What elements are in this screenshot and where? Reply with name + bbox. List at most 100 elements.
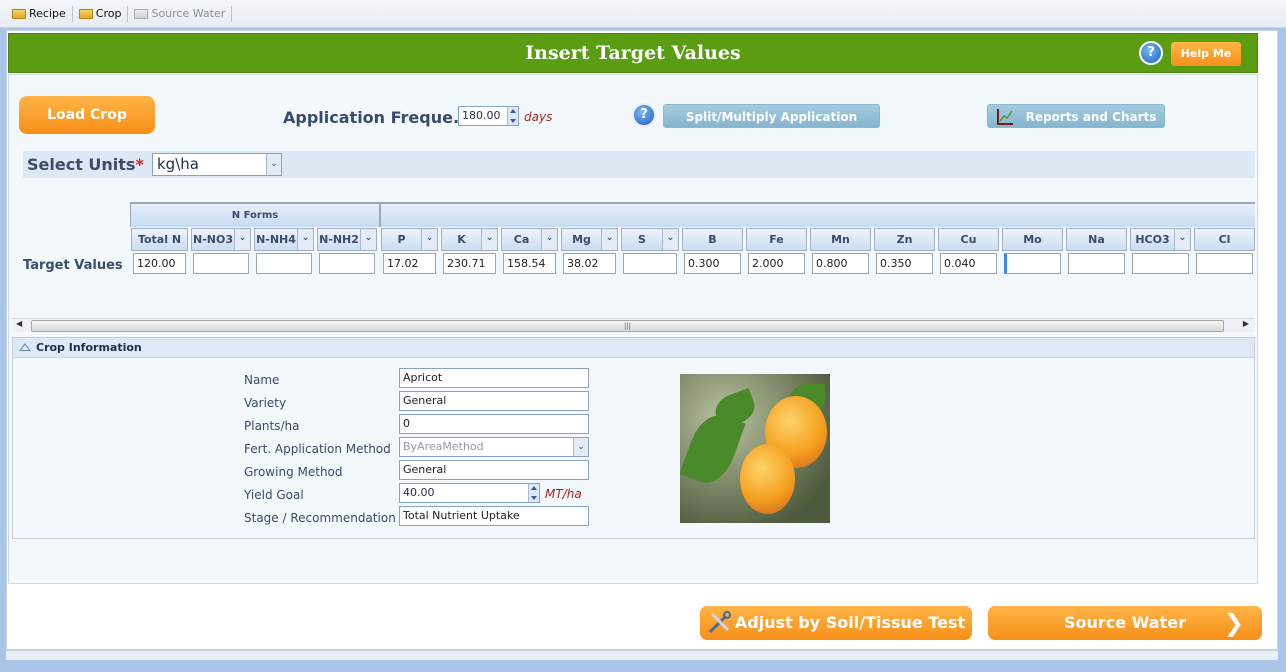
chevron-down-icon[interactable]: ⌄ [234,229,250,250]
folder-icon [78,8,93,19]
plants-field[interactable]: 0 [399,414,589,434]
target-value-na[interactable] [1068,253,1125,274]
chevron-down-icon[interactable]: ⌄ [573,438,588,456]
column-header-ca[interactable]: Ca ⌄ [501,228,558,251]
target-value-mg[interactable]: 38.02 [563,253,616,274]
crop-information-header[interactable]: Crop Information [13,338,1254,358]
page-title: Insert Target Values [525,42,741,64]
page-header: Insert Target Values ? Help Me [8,33,1258,73]
reports-charts-button[interactable]: Reports and Charts [987,104,1165,128]
column-header-cl: Cl [1194,228,1255,251]
column-header-k[interactable]: K ⌄ [441,228,498,251]
column-header-hco3[interactable]: HCO3 ⌄ [1130,228,1191,251]
yield-unit-label: MT/ha [545,487,582,501]
scroll-right-icon[interactable]: ▶ [1243,319,1249,328]
column-header-na: Na [1066,228,1127,251]
column-header-mo: Mo [1002,228,1063,251]
load-crop-button[interactable]: Load Crop [19,96,155,134]
target-value-s[interactable] [623,253,677,274]
tab-crop[interactable]: Crop [73,5,129,22]
help-question-icon[interactable]: ? [1139,41,1163,65]
application-frequency-label: Application Freque... [283,108,472,127]
column-header-mn: Mn [810,228,871,251]
source-water-next-button[interactable]: Source Water ❯ [988,606,1262,640]
status-strip [6,650,1278,660]
crop-information-panel: Crop Information [12,337,1255,539]
help-me-button[interactable]: Help Me [1171,42,1241,66]
tools-icon [708,611,731,634]
folder-icon [134,8,149,19]
select-units-label: Select Units* [27,155,144,174]
stage-field[interactable]: Total Nutrient Uptake [399,506,589,526]
target-value-cl[interactable] [1196,253,1253,274]
chevron-down-icon[interactable]: ⌄ [266,154,281,175]
adjust-soil-tissue-button[interactable]: Adjust by Soil/Tissue Test [700,606,972,640]
target-value-fe[interactable]: 2.000 [748,253,805,274]
name-label: Name [244,373,280,387]
crop-photo [680,374,830,523]
target-value-n-no3[interactable] [193,253,249,274]
growing-method-label: Growing Method [244,465,343,479]
chevron-down-icon[interactable]: ⌄ [1174,229,1190,250]
chevron-down-icon[interactable]: ⌄ [601,229,617,250]
chart-icon [997,109,1013,125]
target-value-mn[interactable]: 0.800 [812,253,869,274]
horizontal-scrollbar[interactable]: ◀ ||| ▶ [12,318,1255,332]
target-value-total n[interactable]: 120.00 [133,253,186,274]
scroll-left-icon[interactable]: ◀ [16,319,22,328]
column-header-s[interactable]: S ⌄ [621,228,679,251]
spin-arrows-icon[interactable] [507,107,518,125]
scroll-thumb[interactable]: ||| [31,320,1224,332]
target-value-k[interactable]: 230.71 [443,253,496,274]
chevron-down-icon[interactable]: ⌄ [541,229,557,250]
yield-goal-stepper[interactable]: 40.00 [399,483,540,503]
target-value-mo[interactable] [1004,253,1061,274]
target-value-cu[interactable]: 0.040 [940,253,997,274]
name-field[interactable]: Apricot [399,368,589,388]
n-forms-group: N Forms [131,204,381,227]
collapse-icon[interactable] [19,343,31,351]
target-value-n-nh2[interactable] [319,253,375,274]
column-header-total n: Total N [131,228,188,251]
split-help-icon[interactable]: ? [632,103,656,127]
target-value-p[interactable]: 17.02 [383,253,436,274]
folder-icon [12,8,26,19]
grid-group-header: N Forms [130,202,1255,227]
spin-arrows-icon[interactable] [528,484,539,502]
variety-field[interactable]: General [399,391,589,411]
growing-method-field[interactable]: General [399,460,589,480]
chevron-down-icon[interactable]: ⌄ [297,229,313,250]
chevron-down-icon[interactable]: ⌄ [481,229,497,250]
tab-source-water[interactable]: Source Water [128,5,233,22]
stage-label: Stage / Recommendation [244,511,396,525]
fert-method-select[interactable]: ByAreaMethod ⌄ [399,437,589,457]
target-value-hco3[interactable] [1132,253,1189,274]
column-header-mg[interactable]: Mg ⌄ [561,228,618,251]
column-header-cu: Cu [938,228,999,251]
split-multiply-button[interactable]: Split/Multiply Application [663,104,880,128]
column-header-n-no3[interactable]: N-NO3 ⌄ [191,228,251,251]
application-frequency-stepper[interactable]: 180.00 [458,106,519,126]
column-header-n-nh4[interactable]: N-NH4 ⌄ [254,228,314,251]
chevron-down-icon[interactable]: ⌄ [360,229,376,250]
target-values-label: Target Values [23,258,123,273]
yield-goal-label: Yield Goal [244,488,304,502]
target-value-ca[interactable]: 158.54 [503,253,556,274]
column-header-b: B [682,228,743,251]
column-header-p[interactable]: P ⌄ [381,228,438,251]
units-select[interactable]: kg\ha ⌄ [152,153,282,176]
target-value-n-nh4[interactable] [256,253,312,274]
variety-label: Variety [244,396,287,410]
column-header-fe: Fe [746,228,807,251]
top-tab-bar: Recipe Crop Source Water [0,0,1286,28]
plants-label: Plants/ha [244,419,300,433]
chevron-down-icon[interactable]: ⌄ [662,229,678,250]
column-header-n-nh2[interactable]: N-NH2 ⌄ [317,228,377,251]
target-value-zn[interactable]: 0.350 [876,253,933,274]
tab-recipe[interactable]: Recipe [6,5,73,22]
days-unit-label: days [524,110,553,124]
target-value-b[interactable]: 0.300 [684,253,741,274]
column-header-zn: Zn [874,228,935,251]
chevron-down-icon[interactable]: ⌄ [421,229,437,250]
fert-method-label: Fert. Application Method [244,442,391,456]
